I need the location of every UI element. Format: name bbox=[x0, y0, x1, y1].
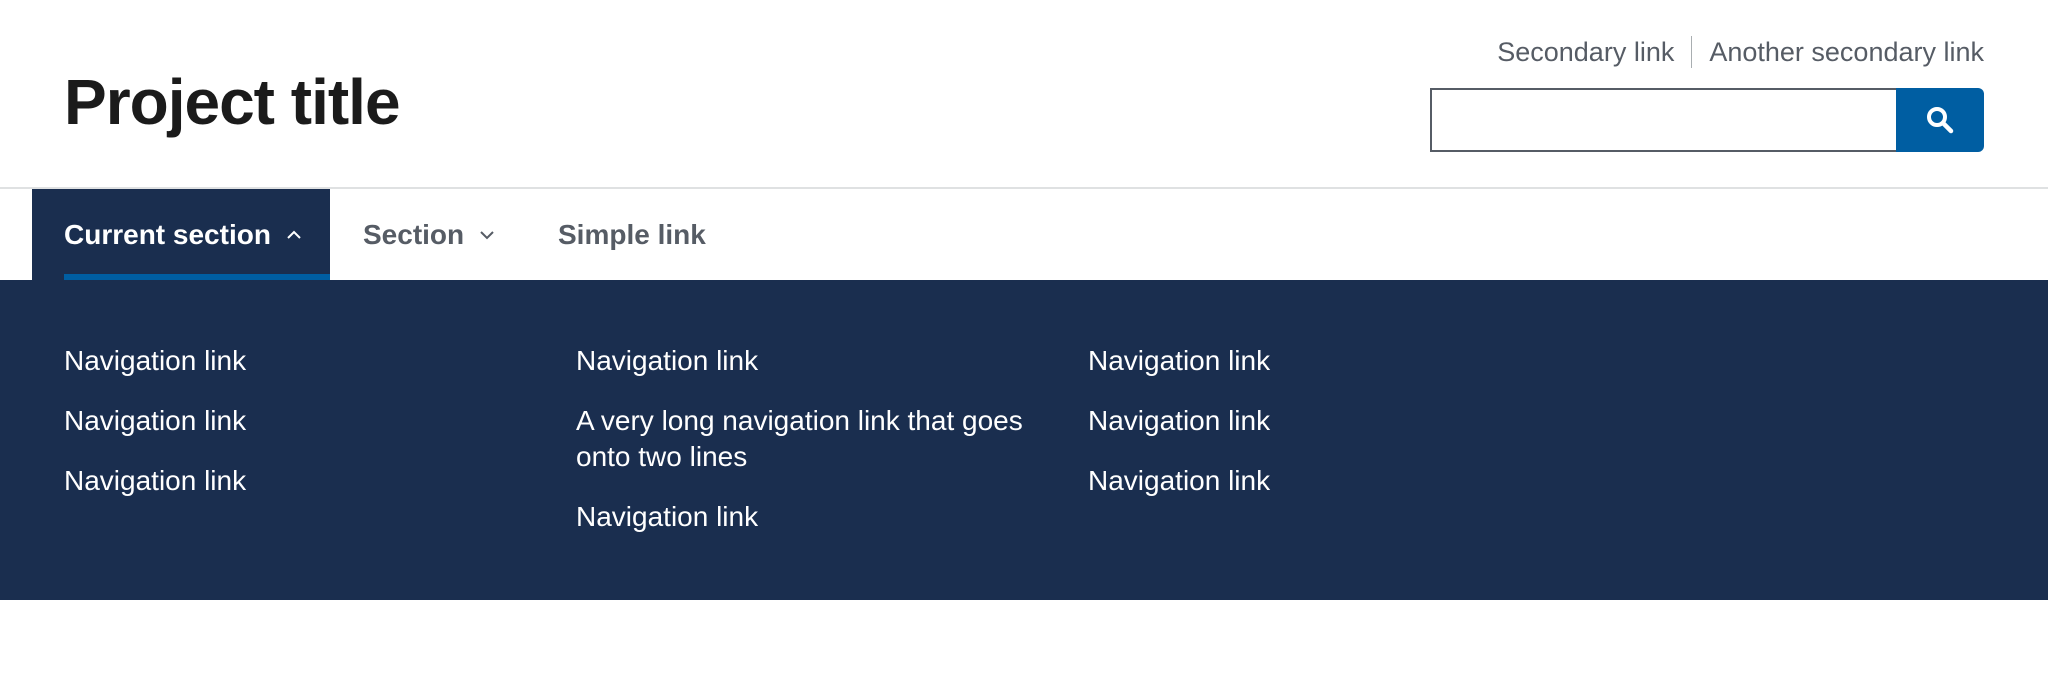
navigation-link[interactable]: Navigation link bbox=[64, 463, 544, 499]
megamenu-column-1: Navigation link Navigation link Navigati… bbox=[64, 343, 544, 523]
search-input[interactable] bbox=[1430, 88, 1896, 152]
navigation-link[interactable]: Navigation link bbox=[576, 343, 1056, 379]
another-secondary-link[interactable]: Another secondary link bbox=[1709, 37, 1984, 68]
project-title[interactable]: Project title bbox=[64, 62, 401, 142]
search-form bbox=[1430, 88, 1984, 152]
search-icon bbox=[1927, 107, 1954, 134]
megamenu-column-3: Navigation link Navigation link Navigati… bbox=[1088, 343, 1568, 523]
navigation-link[interactable]: Navigation link bbox=[576, 499, 1056, 535]
secondary-link[interactable]: Secondary link bbox=[1497, 37, 1674, 68]
navigation-link[interactable]: Navigation link bbox=[64, 403, 544, 439]
megamenu-column-2: Navigation link A very long navigation l… bbox=[576, 343, 1056, 559]
nav-simple-link[interactable]: Simple link bbox=[558, 189, 706, 280]
nav-item-label: Simple link bbox=[558, 218, 706, 250]
navigation-link[interactable]: Navigation link bbox=[1088, 343, 1568, 379]
search-button[interactable] bbox=[1896, 88, 1984, 152]
nav-section[interactable]: Section bbox=[363, 189, 496, 280]
primary-nav: Current section Section Simple link bbox=[0, 189, 2048, 280]
chevron-down-icon bbox=[478, 229, 496, 241]
nav-item-label: Current section bbox=[64, 218, 271, 250]
navigation-link[interactable]: Navigation link bbox=[64, 343, 544, 379]
nav-item-label: Section bbox=[363, 218, 465, 250]
chevron-up-icon bbox=[285, 229, 303, 241]
long-navigation-link[interactable]: A very long navigation link that goes on… bbox=[576, 403, 1046, 475]
site-header: Project title Secondary link Another sec… bbox=[0, 0, 2048, 189]
nav-current-section[interactable]: Current section bbox=[32, 189, 330, 280]
secondary-links: Secondary link Another secondary link bbox=[1497, 36, 1984, 68]
megamenu: Navigation link Navigation link Navigati… bbox=[0, 280, 2048, 600]
navigation-link[interactable]: Navigation link bbox=[1088, 403, 1568, 439]
navigation-link[interactable]: Navigation link bbox=[1088, 463, 1568, 499]
link-separator bbox=[1691, 36, 1693, 68]
